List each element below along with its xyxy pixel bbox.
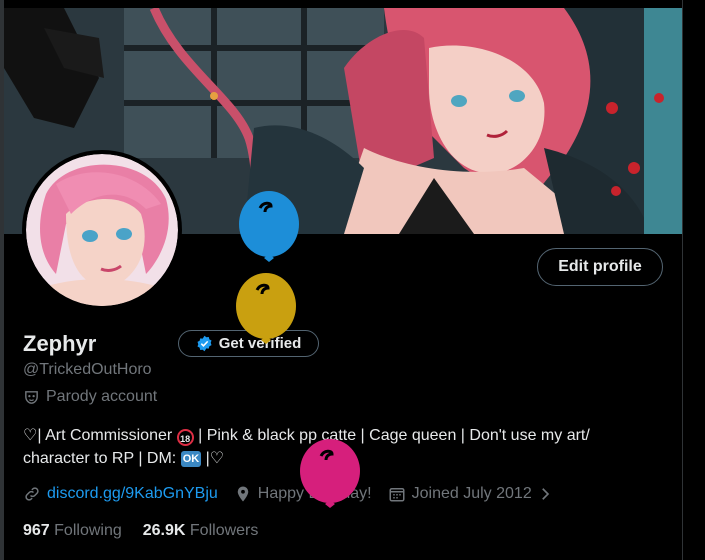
following-stat[interactable]: 967 Following [23, 522, 122, 540]
followers-count: 26.9K [142, 522, 186, 539]
user-handle: @TrickedOutHoro [23, 361, 152, 378]
link-icon [25, 487, 39, 501]
followers-stat[interactable]: 26.9K Followers [143, 522, 259, 540]
following-label: Following [54, 522, 122, 539]
profile-meta-row: discord.gg/9KabGnYBju Happy Birthday! Jo… [23, 483, 554, 505]
column-border-right [682, 0, 683, 560]
joined-text: Joined July 2012 [411, 485, 532, 502]
chevron-right-icon[interactable] [536, 485, 554, 503]
bio-line2-end: |♡ [201, 450, 225, 467]
pink-balloon-icon [300, 439, 360, 508]
top-strip [0, 0, 683, 8]
gold-balloon-icon [236, 273, 296, 344]
parody-text: Parody account [46, 388, 158, 405]
calendar-icon [389, 488, 405, 502]
blue-balloon-icon [239, 191, 299, 262]
profile-page: Edit profile Zephyr Get verified @Tricke… [0, 0, 705, 560]
mask-icon [25, 390, 38, 404]
followers-label: Followers [189, 522, 259, 539]
bio-line1-end: | Pink & black pp catte | Cage queen | D… [193, 427, 590, 444]
profile-joined: Joined July 2012 [388, 485, 532, 503]
bio-line2-start: character to RP | DM: [23, 450, 181, 467]
profile-link[interactable]: discord.gg/9KabGnYBju [23, 485, 218, 503]
profile-link-text[interactable]: discord.gg/9KabGnYBju [47, 485, 218, 503]
verified-badge-icon [197, 335, 212, 352]
no-under-18-emoji: 18 [176, 429, 194, 446]
ok-button-emoji: OK [180, 451, 202, 467]
display-name: Zephyr [23, 331, 97, 356]
following-count: 967 [23, 522, 50, 539]
location-pin-icon [237, 486, 249, 502]
bio-line1-start: ♡| Art Commissioner [23, 427, 177, 444]
profile-avatar[interactable] [22, 150, 182, 310]
follow-stats: 967 Following 26.9K Followers [23, 522, 258, 540]
edit-profile-button[interactable]: Edit profile [537, 248, 663, 286]
parody-account-label: Parody account [23, 388, 157, 406]
